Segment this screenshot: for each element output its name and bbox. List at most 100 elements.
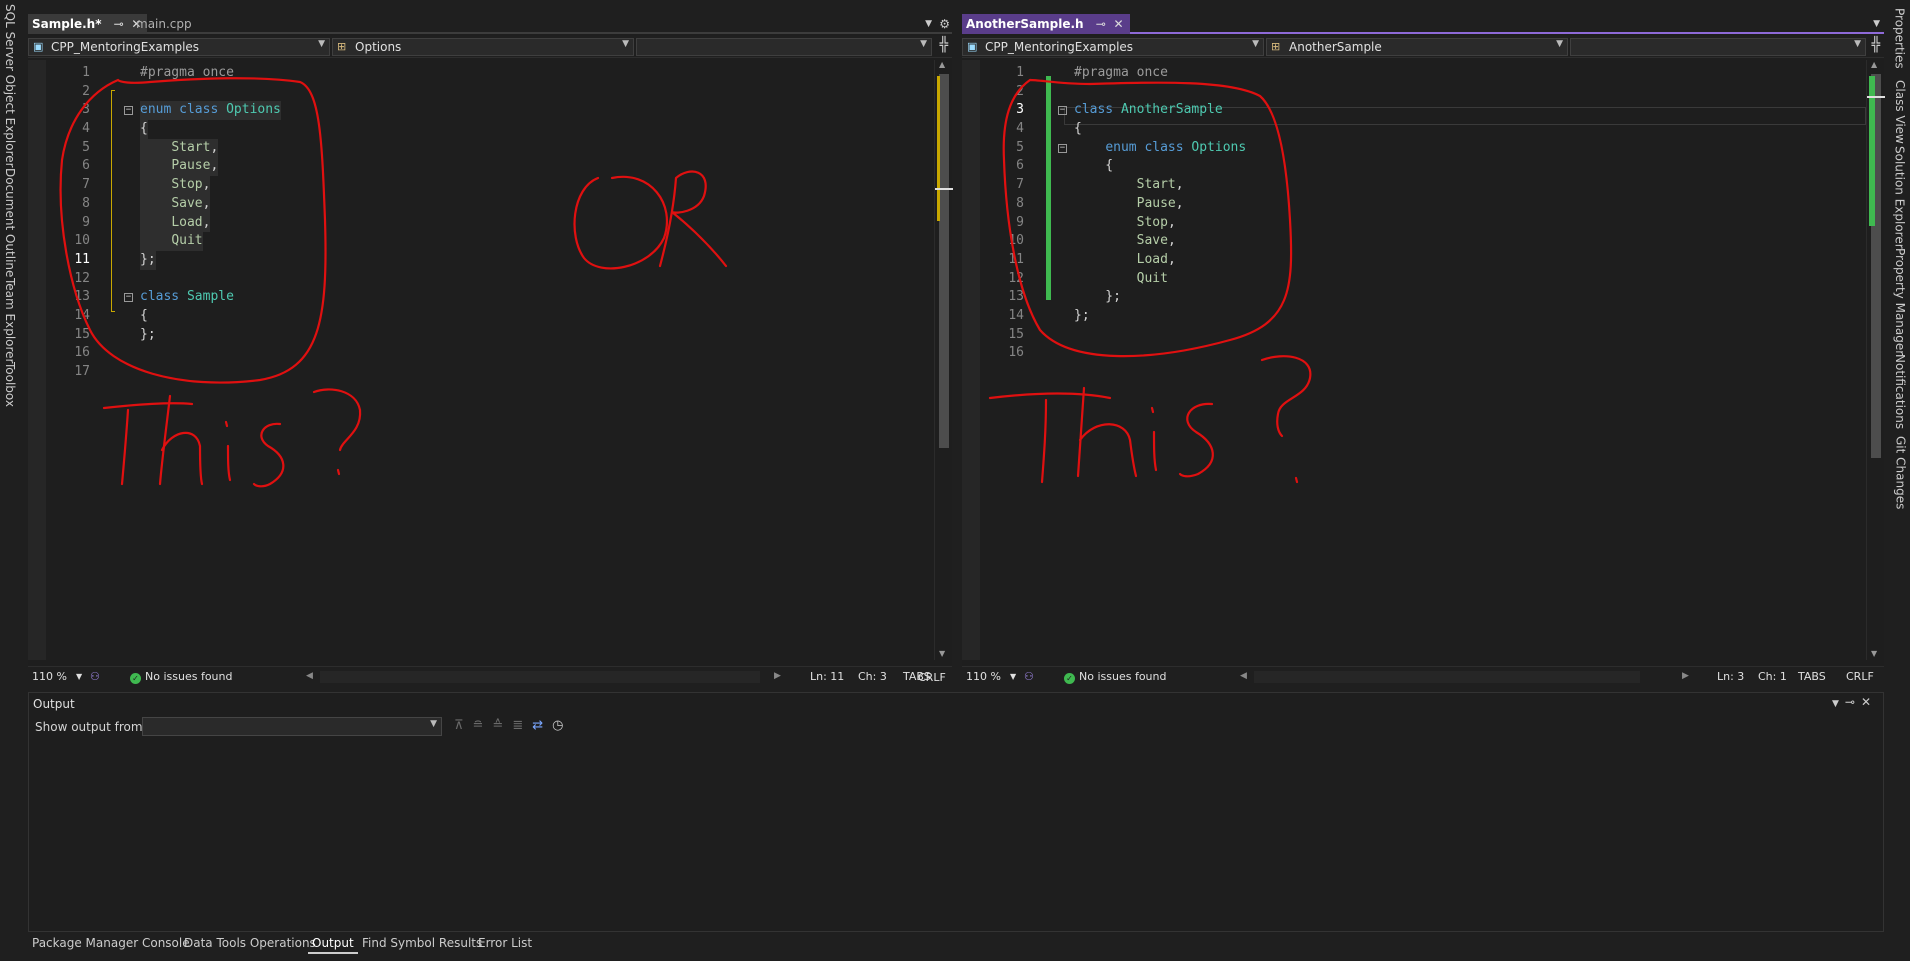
code-line[interactable]: 13 − class Sample (46, 288, 934, 307)
member-dropdown[interactable]: ▼ (1570, 38, 1866, 56)
zoom-level[interactable]: 110 % (966, 670, 1001, 683)
code-line[interactable]: 3 − class AnotherSample (980, 101, 1866, 120)
rail-sql-server-object-explorer[interactable]: SQL Server Object Explorer (3, 4, 17, 168)
close-icon[interactable]: ✕ (1861, 695, 1877, 709)
previous-message-icon[interactable]: ≘ (473, 718, 493, 733)
window-position-dropdown-icon[interactable]: ▼ (1832, 699, 1845, 709)
rail-class-view[interactable]: Class View (1893, 80, 1907, 144)
column-indicator[interactable]: Ch: 1 (1758, 670, 1787, 683)
issues-indicator[interactable]: ✓ No issues found (130, 670, 232, 684)
code-line[interactable]: 16 (980, 344, 1866, 363)
code-line[interactable]: 17 (46, 363, 934, 382)
member-dropdown[interactable]: ▼ (636, 38, 932, 56)
tab-package-manager-console[interactable]: Package Manager Console (28, 934, 194, 954)
rail-notifications[interactable]: Notifications (1893, 354, 1907, 429)
code-line[interactable]: 9 Load, (46, 213, 934, 233)
project-dropdown[interactable]: ▣ CPP_MentoringExamples ▼ (28, 38, 330, 56)
code-line[interactable]: 8 Pause, (980, 195, 1866, 214)
line-ending-left[interactable]: CRLF (918, 671, 946, 684)
horizontal-scrollbar[interactable] (320, 671, 760, 683)
code-line[interactable]: 7 Stop, (46, 176, 934, 195)
issues-indicator[interactable]: ✓ No issues found (1064, 670, 1166, 684)
code-line[interactable]: 13 }; (980, 288, 1866, 307)
code-line[interactable]: 11}; (46, 250, 934, 270)
code-line[interactable]: 7 Start, (980, 176, 1866, 195)
scope-dropdown[interactable]: ⊞ Options ▼ (332, 38, 634, 56)
zoom-dropdown-icon[interactable]: ▼ (1010, 672, 1016, 681)
tab-output[interactable]: Output (308, 934, 358, 954)
code-line[interactable]: 3 − enum class Options (46, 101, 934, 121)
tab-find-symbol-results[interactable]: Find Symbol Results (358, 934, 486, 954)
find-message-icon[interactable]: ⊼ (454, 718, 473, 733)
right-vertical-scrollbar[interactable]: ▲ ▼ (1866, 60, 1885, 660)
split-window-icon[interactable]: ╬ (1872, 37, 1880, 53)
scroll-right-icon[interactable]: ▶ (1682, 671, 1689, 681)
tab-sample-h[interactable]: Sample.h* ⊸ ✕ (28, 14, 148, 34)
close-icon[interactable]: ✕ (1114, 17, 1124, 31)
pin-icon[interactable]: ⊸ (1845, 695, 1861, 709)
scroll-down-icon[interactable]: ▼ (939, 649, 945, 658)
scope-dropdown[interactable]: ⊞ AnotherSample ▼ (1266, 38, 1568, 56)
code-line[interactable]: 12 Quit (980, 270, 1866, 289)
rail-solution-explorer[interactable]: Solution Explorer (1893, 146, 1907, 249)
collapse-outline-icon[interactable]: − (1058, 106, 1067, 116)
code-line[interactable]: 14 { (46, 307, 934, 326)
line-indicator[interactable]: Ln: 3 (1717, 670, 1744, 683)
gear-icon[interactable]: ⚙ (939, 17, 950, 31)
code-line[interactable]: 8 Save, (46, 194, 934, 214)
code-line[interactable]: 6 Pause, (46, 157, 934, 177)
indent-mode[interactable]: TABS (1798, 670, 1826, 683)
zoom-dropdown-icon[interactable]: ▼ (76, 672, 82, 681)
code-line[interactable]: 6 { (980, 157, 1866, 176)
code-line[interactable]: 1 #pragma once (46, 64, 934, 83)
scroll-thumb[interactable] (939, 74, 949, 448)
code-line[interactable]: 16 (46, 344, 934, 363)
collapse-outline-icon[interactable]: − (124, 106, 133, 116)
code-line[interactable]: 12 (46, 270, 934, 289)
tab-error-list[interactable]: Error List (474, 934, 536, 954)
rail-properties[interactable]: Properties (1893, 8, 1907, 69)
rail-toolbox[interactable]: Toolbox (3, 362, 17, 407)
tab-list-dropdown-icon[interactable]: ▼ (925, 19, 932, 29)
intellicode-icon[interactable]: ⚇ (90, 670, 100, 683)
scroll-up-icon[interactable]: ▲ (1871, 60, 1877, 69)
rail-document-outline[interactable]: Document Outline (3, 168, 17, 277)
rail-team-explorer[interactable]: Team Explorer (3, 278, 17, 364)
tab-data-tools-operations[interactable]: Data Tools Operations (180, 934, 320, 954)
project-dropdown[interactable]: ▣ CPP_MentoringExamples ▼ (962, 38, 1264, 56)
clock-icon[interactable]: ◷ (552, 718, 572, 733)
code-line[interactable]: 2 (46, 83, 934, 102)
pin-icon[interactable]: ⊸ (114, 17, 124, 31)
tab-list-dropdown-icon[interactable]: ▼ (1873, 19, 1880, 29)
code-line[interactable]: 10 Save, (980, 232, 1866, 251)
collapse-outline-icon[interactable]: − (1058, 143, 1067, 153)
code-line[interactable]: 14}; (980, 307, 1866, 326)
output-source-select[interactable]: ▼ (142, 717, 442, 736)
right-code-editor[interactable]: 1 #pragma once 2 3− class AnotherSample 4{5− … (962, 60, 1866, 660)
line-indicator[interactable]: Ln: 11 (810, 670, 844, 683)
code-line[interactable]: 5 − enum class Options (980, 139, 1866, 158)
left-vertical-scrollbar[interactable]: ▲ ▼ (934, 60, 953, 660)
left-code-editor[interactable]: 1 #pragma once 2 3− enum class Options 4{5 St… (28, 60, 934, 660)
intellicode-icon[interactable]: ⚇ (1024, 670, 1034, 683)
code-line[interactable]: 10 Quit (46, 232, 934, 251)
code-line[interactable]: 2 (980, 83, 1866, 102)
code-line[interactable]: 4{ (980, 120, 1866, 139)
scroll-down-icon[interactable]: ▼ (1871, 649, 1877, 658)
code-line[interactable]: 9 Stop, (980, 214, 1866, 233)
split-window-icon[interactable]: ╬ (940, 37, 948, 53)
code-line[interactable]: 5 Start, (46, 138, 934, 158)
rail-git-changes[interactable]: Git Changes (1893, 436, 1907, 509)
word-wrap-icon[interactable]: ⇄ (532, 718, 552, 733)
collapse-outline-icon[interactable]: − (124, 293, 133, 303)
scroll-left-icon[interactable]: ◀ (306, 671, 313, 681)
scroll-up-icon[interactable]: ▲ (939, 60, 945, 69)
code-line[interactable]: 15 (980, 326, 1866, 345)
column-indicator[interactable]: Ch: 3 (858, 670, 887, 683)
horizontal-scrollbar[interactable] (1254, 671, 1640, 683)
code-line[interactable]: 1 #pragma once (980, 64, 1866, 83)
scroll-right-icon[interactable]: ▶ (774, 671, 781, 681)
rail-property-manager[interactable]: Property Manager (1893, 248, 1907, 355)
zoom-level[interactable]: 110 % (32, 670, 67, 683)
pin-icon[interactable]: ⊸ (1096, 17, 1106, 31)
